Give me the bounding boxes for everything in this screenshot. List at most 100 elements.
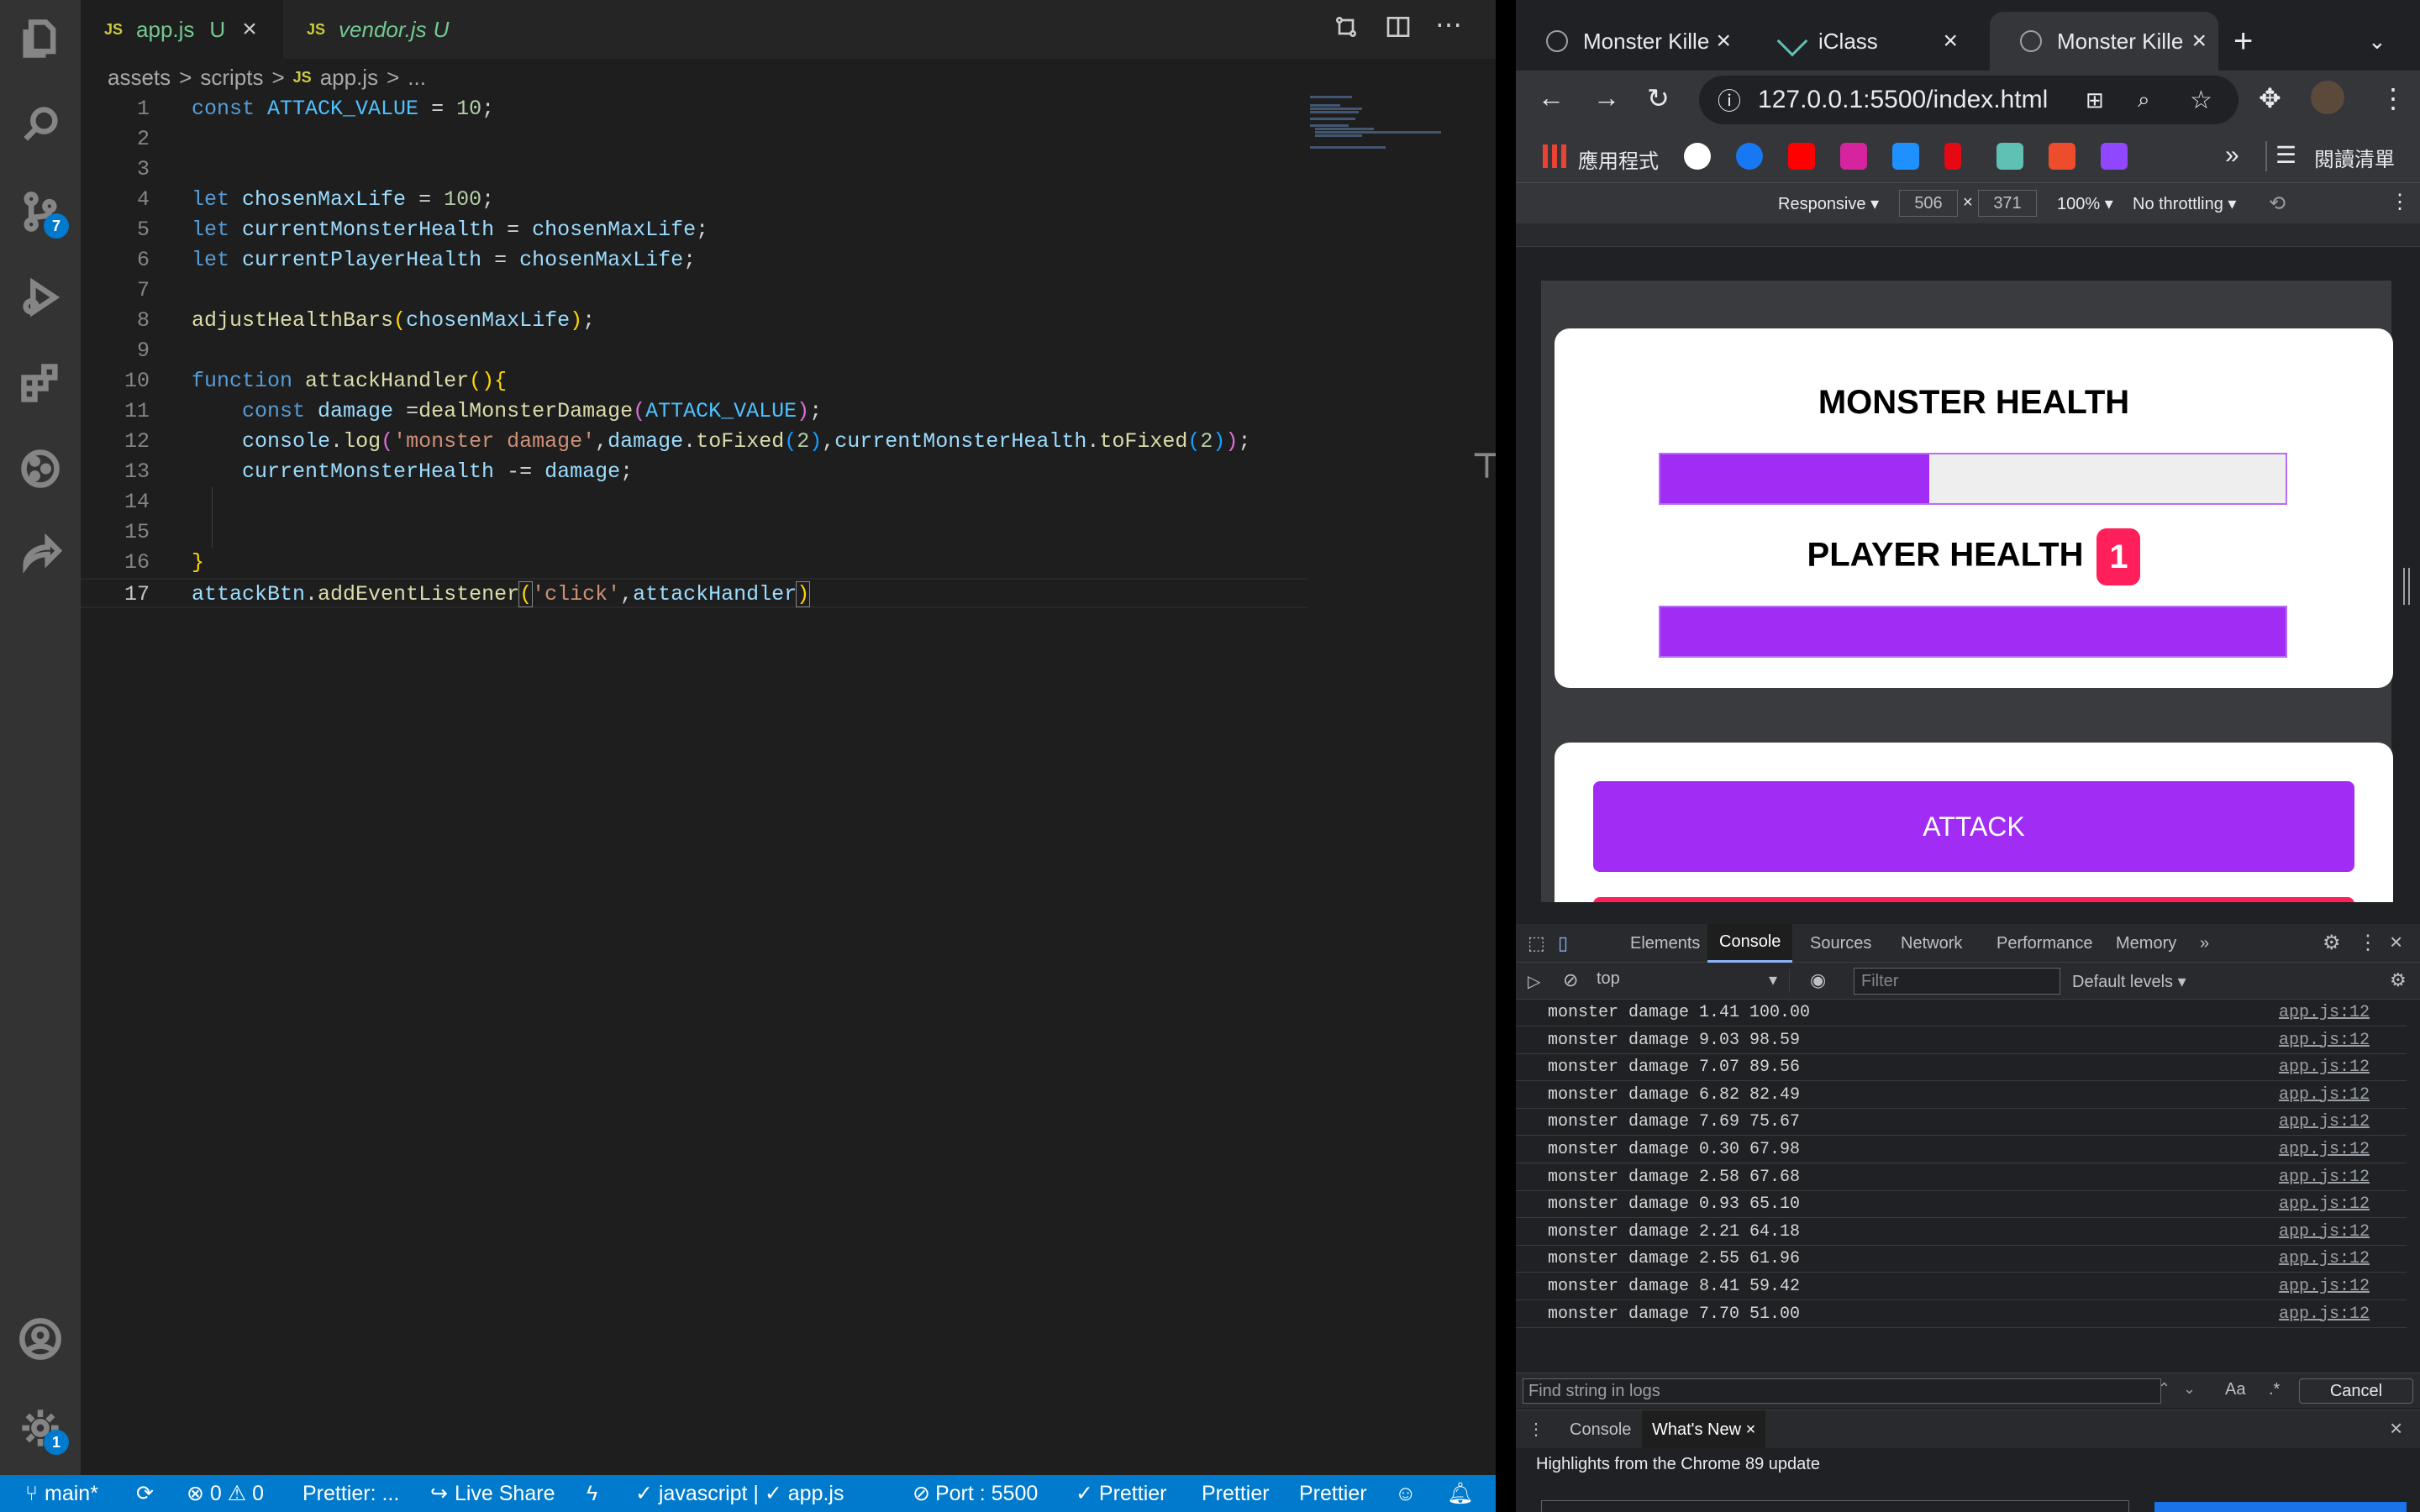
more-actions-icon[interactable]: ⋯	[1435, 8, 1462, 40]
log-source-link[interactable]: app.js:12	[2279, 1082, 2370, 1109]
tab-elements[interactable]: Elements	[1618, 924, 1712, 963]
port-status[interactable]: ⊘ Port : 5500	[913, 1475, 1038, 1512]
translate-icon[interactable]: ⊞	[2086, 87, 2104, 113]
back-icon[interactable]: ←	[1538, 82, 1565, 113]
more-options-icon[interactable]: ⋮	[2358, 931, 2378, 955]
console-settings-icon[interactable]: ⚙	[2390, 969, 2407, 991]
drawer-tab-whats-new[interactable]: What's New ×	[1642, 1410, 1766, 1449]
match-case-button[interactable]: Aa	[2225, 1380, 2245, 1399]
instagram-icon[interactable]	[1840, 143, 1867, 170]
live-share-status[interactable]: ↪ Live Share	[430, 1475, 555, 1512]
sync-icon[interactable]: ⟳	[136, 1475, 154, 1512]
apps-grid-icon[interactable]	[1543, 144, 1566, 168]
shopee-icon[interactable]	[2049, 143, 2075, 170]
tab-memory[interactable]: Memory	[2104, 924, 2188, 963]
zoom-icon[interactable]: ⌕	[2138, 87, 2150, 113]
new-tab-button[interactable]: +	[2222, 12, 2272, 71]
search-icon[interactable]	[17, 101, 64, 148]
tab-app-js[interactable]: JS app.js U ×	[81, 0, 282, 59]
clear-console-icon[interactable]: ⊘	[1563, 969, 1578, 991]
tab-network[interactable]: Network	[1889, 924, 1974, 963]
browser-tab[interactable]: iClass ×	[1751, 12, 1970, 71]
breadcrumb-item[interactable]: scripts	[200, 65, 263, 91]
sidebar-toggle-icon[interactable]: ▷	[1528, 971, 1540, 992]
device-mode-select[interactable]: Responsive ▾	[1778, 193, 1879, 214]
chevron-down-icon[interactable]: ⌄	[2183, 1380, 2196, 1398]
settings-gear-icon[interactable]: 1	[17, 1404, 69, 1455]
source-control-icon[interactable]: 7	[17, 188, 69, 239]
cancel-button[interactable]: Cancel	[2299, 1378, 2413, 1404]
prettier-status-2[interactable]: Prettier	[1202, 1475, 1270, 1512]
log-source-link[interactable]: app.js:12	[2279, 1219, 2370, 1246]
facebook-icon[interactable]	[1736, 143, 1763, 170]
close-icon[interactable]: ×	[2191, 27, 2207, 55]
reload-icon[interactable]: ↻	[1647, 82, 1670, 114]
avatar[interactable]	[2311, 81, 2344, 114]
menu-icon[interactable]: ⋮	[2380, 82, 2407, 114]
close-icon[interactable]: ×	[2390, 929, 2402, 955]
tab-performance[interactable]: Performance	[1985, 924, 2105, 963]
side-resize-handle[interactable]	[2403, 568, 2410, 605]
language-status[interactable]: ✓ javascript | ✓ app.js	[635, 1475, 844, 1512]
breadcrumb-item[interactable]: ...	[408, 65, 426, 91]
browser-tab[interactable]: Monster Kille ×	[1516, 12, 1743, 71]
info-icon[interactable]: ⓘ	[1718, 83, 1741, 117]
explorer-icon[interactable]	[17, 15, 64, 62]
minimap[interactable]	[1307, 94, 1475, 161]
netflix-icon[interactable]	[1944, 143, 1961, 170]
throttle-select[interactable]: No throttling ▾	[2133, 193, 2236, 214]
log-source-link[interactable]: app.js:12	[2279, 1191, 2370, 1218]
browser-tab-active[interactable]: Monster Kille ×	[1990, 12, 2218, 71]
width-input[interactable]: 506	[1899, 190, 1958, 217]
log-source-link[interactable]: app.js:12	[2279, 1000, 2370, 1026]
log-source-link[interactable]: app.js:12	[2279, 1027, 2370, 1054]
reading-list-label[interactable]: 閱讀清單	[2314, 143, 2395, 172]
inspect-icon[interactable]: ⬚	[1528, 932, 1545, 954]
prettier-check-status[interactable]: ✓ Prettier	[1076, 1475, 1166, 1512]
filter-input[interactable]: Filter	[1854, 968, 2060, 995]
bell-icon[interactable]: 🔔︎	[1447, 1475, 1474, 1512]
run-debug-icon[interactable]	[17, 274, 64, 321]
close-icon[interactable]: ×	[242, 15, 257, 44]
tab-console[interactable]: Console	[1707, 924, 1793, 963]
forward-icon[interactable]: →	[1593, 82, 1620, 113]
apps-bookmark[interactable]: 應用程式	[1578, 144, 1659, 174]
regex-button[interactable]: .*	[2269, 1380, 2280, 1399]
tab-search-icon[interactable]: ⌄	[2356, 12, 2407, 71]
extensions-puzzle-icon[interactable]: ✥	[2259, 82, 2281, 114]
attack-button[interactable]: ATTACK	[1593, 781, 2354, 872]
log-source-link[interactable]: app.js:12	[2279, 1164, 2370, 1191]
breadcrumb-item[interactable]: app.js	[320, 65, 378, 91]
split-editor-icon[interactable]	[1385, 13, 1412, 47]
drawer-menu-icon[interactable]: ⋮	[1528, 1419, 1544, 1440]
device-toggle-icon[interactable]: ▯	[1558, 932, 1568, 954]
log-source-link[interactable]: app.js:12	[2279, 1246, 2370, 1273]
iclass-icon[interactable]	[1996, 143, 2023, 170]
address-bar[interactable]: ⓘ 127.0.0.1:5500/index.html ⊞ ⌕ ☆	[1699, 76, 2238, 124]
close-drawer-icon[interactable]: ×	[2390, 1415, 2402, 1441]
star-icon[interactable]: ☆	[2190, 86, 2212, 115]
open-changes-icon[interactable]	[1333, 13, 1360, 47]
more-tabs-icon[interactable]: »	[2188, 924, 2221, 963]
chevron-up-icon[interactable]: ⌃	[2158, 1380, 2170, 1398]
prettier-status[interactable]: Prettier: ...	[302, 1475, 399, 1512]
live-share-icon[interactable]	[17, 531, 64, 578]
feedback-icon[interactable]: ☺	[1395, 1475, 1417, 1512]
more-options-icon[interactable]: ⋮	[2390, 190, 2410, 214]
code-editor[interactable]: 1 const ATTACK_VALUE = 10; 2 3 4 let chose…	[81, 94, 1307, 1472]
log-source-link[interactable]: app.js:12	[2279, 1301, 2370, 1328]
more-bookmarks-icon[interactable]: »	[2225, 141, 2239, 170]
rotate-icon[interactable]: ⟲	[2269, 192, 2286, 216]
breadcrumb-item[interactable]: assets	[108, 65, 171, 91]
context-select[interactable]: top ▾	[1597, 969, 1790, 993]
log-source-link[interactable]: app.js:12	[2279, 1137, 2370, 1163]
branch-status[interactable]: ⑂ main*	[25, 1475, 98, 1512]
close-icon[interactable]: ×	[1943, 27, 1958, 55]
settings-gear-icon[interactable]: ⚙	[2323, 931, 2341, 955]
log-source-link[interactable]: app.js:12	[2279, 1109, 2370, 1136]
prettier-status-3[interactable]: Prettier	[1299, 1475, 1367, 1512]
log-source-link[interactable]: app.js:12	[2279, 1273, 2370, 1300]
height-input[interactable]: 371	[1978, 190, 2037, 217]
extensions-icon[interactable]	[17, 360, 64, 407]
bookmark-icon[interactable]	[1892, 143, 1919, 170]
